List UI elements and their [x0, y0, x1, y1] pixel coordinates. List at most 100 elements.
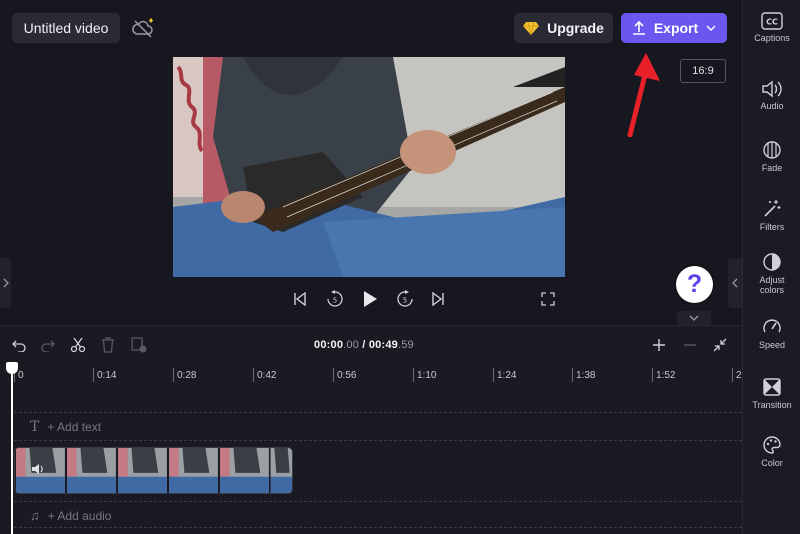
ruler-label: 0:42 [257, 370, 277, 381]
zoom-in-button[interactable] [650, 336, 668, 354]
track-divider [14, 440, 742, 441]
play-button[interactable] [360, 289, 380, 309]
trash-icon [102, 337, 114, 353]
ruler-tick [572, 368, 573, 382]
play-icon [364, 291, 377, 307]
undo-button[interactable] [11, 336, 27, 354]
gem-icon [523, 21, 540, 35]
ruler-tick [173, 368, 174, 382]
ruler-label: 0:28 [177, 370, 197, 381]
add-audio-track[interactable]: ♫ + Add audio [30, 508, 111, 523]
palette-icon [763, 436, 781, 454]
sidebar-item-label: Audio [760, 101, 784, 111]
ruler-label: 1:10 [417, 370, 437, 381]
aspect-ratio-button[interactable]: 16:9 [680, 59, 726, 83]
ruler-tick [413, 368, 414, 382]
track-divider [14, 527, 742, 528]
add-text-track[interactable]: T + Add text [30, 419, 101, 435]
premium-gem-icon [149, 18, 153, 23]
clip-thumbnail [118, 448, 167, 493]
annotation-arrow-icon [627, 53, 660, 137]
duplicate-icon [131, 337, 147, 353]
add-text-label: + Add text [47, 420, 102, 434]
track-divider [14, 501, 742, 502]
delete-button[interactable] [100, 336, 116, 354]
upgrade-button[interactable]: Upgrade [514, 13, 613, 43]
chevron-left-icon [732, 278, 738, 288]
svg-text:CC: CC [766, 18, 778, 27]
clip-thumbnail [270, 448, 292, 493]
magic-wand-icon [764, 200, 781, 217]
sidebar-item-fade[interactable]: Fade [743, 140, 800, 173]
sidebar-item-transition[interactable]: Transition [743, 377, 800, 410]
playhead-handle[interactable] [6, 362, 18, 374]
redo-icon [41, 340, 55, 352]
duplicate-button[interactable] [130, 336, 148, 354]
transition-icon [763, 378, 781, 396]
project-title-button[interactable]: Untitled video [12, 13, 120, 43]
scissors-icon [70, 337, 86, 353]
sidebar-item-filters[interactable]: Filters [743, 199, 800, 232]
clip-thumbnail [169, 448, 218, 493]
forward-5-icon: 5 [397, 290, 413, 307]
clip-thumbnail [67, 448, 116, 493]
sidebar-item-color[interactable]: Color [743, 435, 800, 468]
sidebar-item-label: Transition [752, 400, 792, 410]
chevron-right-icon [3, 278, 9, 288]
sidebar-item-label: Filters [759, 222, 785, 232]
sidebar-item-captions[interactable]: CC Captions [743, 12, 800, 43]
expand-right-panel-button[interactable] [728, 258, 742, 308]
redo-button[interactable] [40, 336, 56, 354]
forward-5-button[interactable]: 5 [395, 289, 415, 309]
sidebar-item-audio[interactable]: Audio [743, 80, 800, 111]
music-note-icon: ♫ [30, 508, 40, 523]
collapse-help-button[interactable] [677, 311, 711, 325]
track-divider [14, 412, 742, 413]
ruler-tick [333, 368, 334, 382]
properties-sidebar: CC Captions Audio Fade Filters Adjust co… [742, 0, 800, 534]
video-clip[interactable] [14, 447, 293, 494]
fit-timeline-button[interactable] [711, 336, 729, 354]
sidebar-item-label: Captions [754, 33, 790, 43]
fullscreen-button[interactable] [540, 289, 556, 309]
fullscreen-icon [541, 292, 555, 306]
sidebar-item-label: Adjust colors [759, 275, 785, 295]
skip-back-icon [294, 292, 306, 306]
sidebar-item-label: Color [761, 458, 783, 468]
skip-to-start-button[interactable] [292, 289, 308, 309]
upload-icon [632, 20, 645, 35]
help-label: ? [686, 270, 703, 298]
ruler-label: 2 [736, 370, 742, 381]
sidebar-item-speed[interactable]: Speed [743, 317, 800, 350]
export-button[interactable]: Export [621, 13, 727, 43]
export-label: Export [653, 20, 699, 36]
ruler-tick [253, 368, 254, 382]
ruler-label: 0:14 [97, 370, 117, 381]
add-audio-label: + Add audio [47, 508, 112, 523]
clip-audio-icon[interactable] [31, 463, 45, 475]
collapse-arrows-icon [713, 338, 727, 352]
zoom-out-button[interactable] [681, 336, 699, 354]
ruler-label: 1:24 [497, 370, 517, 381]
skip-to-end-button[interactable] [430, 289, 446, 309]
ruler-label: 1:38 [576, 370, 596, 381]
captions-icon: CC [761, 12, 783, 30]
rewind-5-button[interactable]: 5 [325, 289, 345, 309]
svg-text:5: 5 [403, 297, 407, 305]
ruler-tick [493, 368, 494, 382]
time-separator: / [359, 339, 369, 351]
timeline-panel [0, 325, 742, 534]
expand-left-panel-button[interactable] [0, 258, 11, 308]
sidebar-item-adjust-colors[interactable]: Adjust colors [743, 252, 800, 295]
minus-icon [684, 344, 696, 346]
cloud-off-icon[interactable] [131, 17, 157, 39]
playhead[interactable] [11, 362, 13, 534]
split-button[interactable] [70, 336, 86, 354]
help-button[interactable]: ? [676, 266, 713, 303]
contrast-icon [763, 253, 781, 271]
ruler-label: 0:56 [337, 370, 357, 381]
current-time: 00:00 [314, 339, 344, 351]
video-preview[interactable] [173, 57, 565, 277]
ruler-tick [93, 368, 94, 382]
chevron-down-icon [689, 315, 699, 321]
